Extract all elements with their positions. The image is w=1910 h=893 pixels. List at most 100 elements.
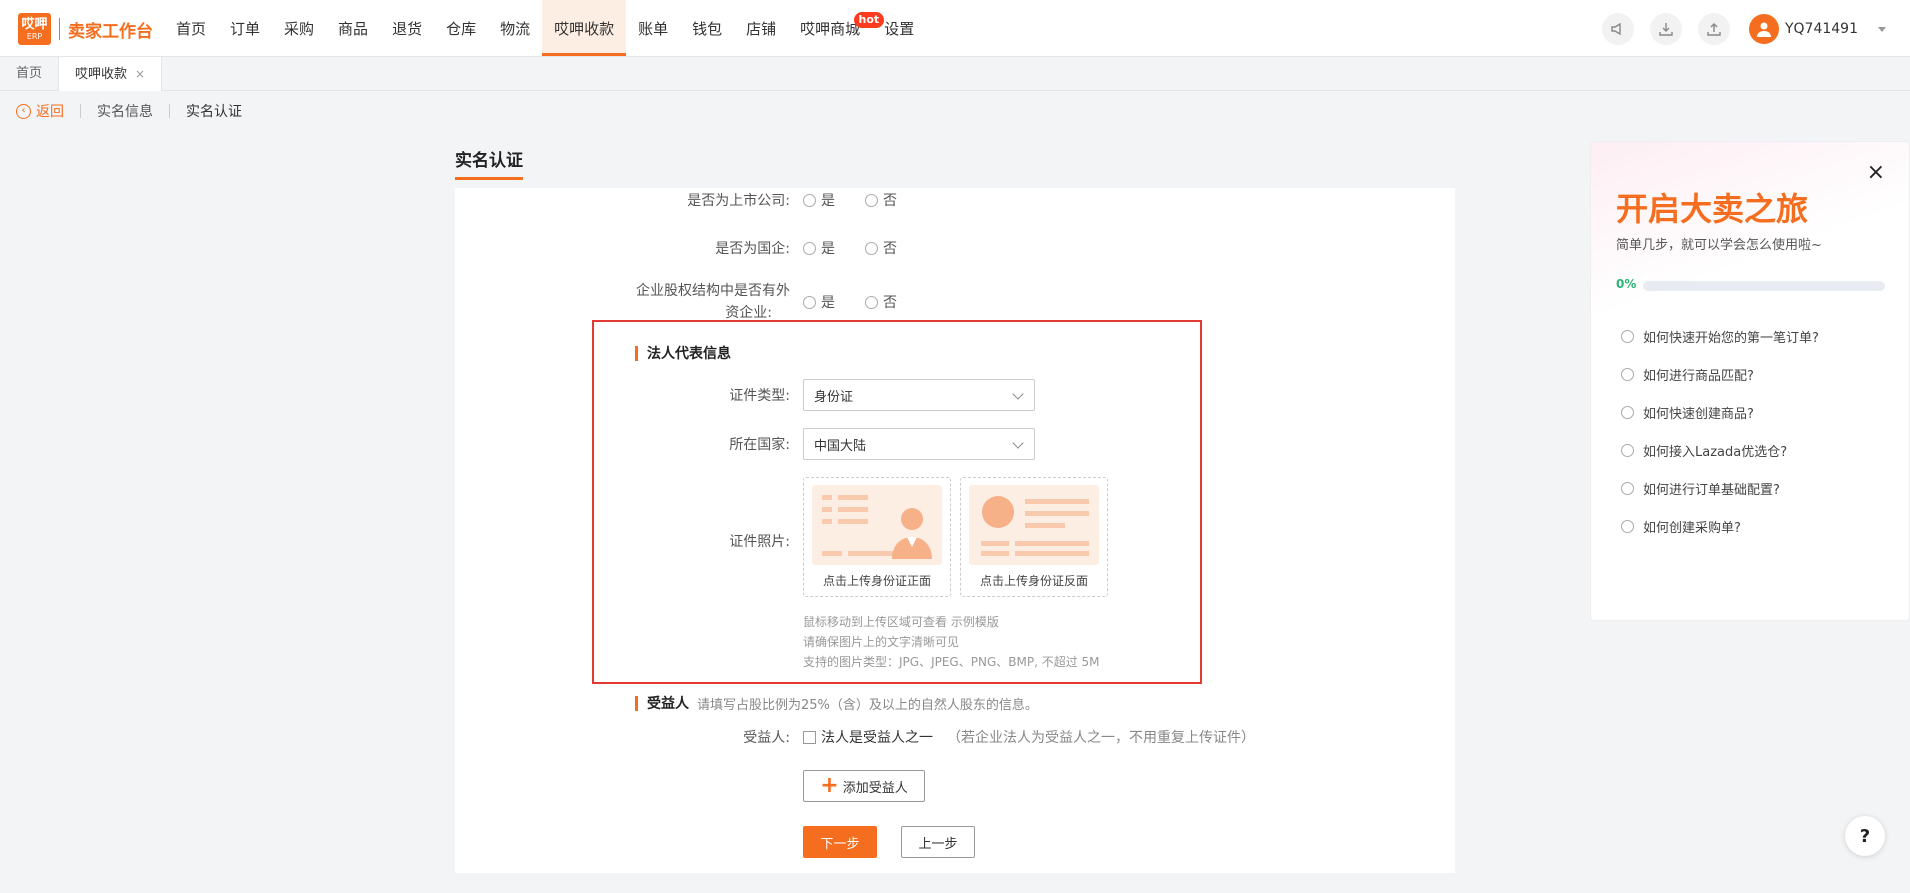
guide-progress-label: 0%: [1616, 277, 1637, 291]
onboarding-guide-panel: × 开启大卖之旅 简单几步，就可以学会怎么使用啦~ 0% 如何快速开始您的第一笔…: [1590, 141, 1910, 621]
radio-circle: [1621, 444, 1634, 457]
guide-progress-bar: [1643, 281, 1885, 291]
checkbox-box: [803, 730, 816, 744]
guide-question[interactable]: 如何快速开始您的第一笔订单?: [1621, 327, 1819, 346]
breadcrumb-item-realname-info[interactable]: 实名信息: [97, 101, 153, 121]
foreign-no-radio[interactable]: 否: [865, 292, 897, 312]
radio-label: 否: [883, 241, 897, 257]
beneficiary-section-title: 受益人: [647, 696, 689, 712]
user-menu[interactable]: YQ741491: [1748, 14, 1886, 44]
breadcrumb-divider: [80, 104, 81, 118]
nav-item-home[interactable]: 首页: [164, 0, 218, 56]
breadcrumb: ‹ 返回 实名信息 实名认证: [16, 100, 242, 122]
top-navigation-bar: 哎呷 ERP 卖家工作台 首页 订单 采购 商品 退货 仓库 物流 哎呷收款 账…: [0, 0, 1910, 57]
listed-yes-radio[interactable]: 是: [803, 190, 835, 210]
header-actions: [1602, 13, 1730, 45]
guide-subtitle: 简单几步，就可以学会怎么使用啦~: [1616, 238, 1822, 253]
soe-radios: 是 否: [803, 238, 897, 258]
next-step-button[interactable]: 下一步: [803, 826, 877, 858]
guide-question[interactable]: 如何接入Lazada优选仓?: [1621, 441, 1787, 460]
listed-no-radio[interactable]: 否: [865, 190, 897, 210]
close-icon[interactable]: ×: [1867, 162, 1885, 184]
legal-rep-is-beneficiary-checkbox[interactable]: 法人是受益人之一 （若企业法人为受益人之一，不用重复上传证件）: [803, 727, 1255, 747]
radio-circle: [865, 193, 878, 207]
beneficiary-label: 受益人:: [743, 730, 790, 746]
foreign-label-line1: 企业股权结构中是否有外: [636, 283, 790, 299]
foreign-yes-radio[interactable]: 是: [803, 292, 835, 312]
guide-question[interactable]: 如何创建采购单?: [1621, 517, 1741, 536]
nav-item-wallet[interactable]: 钱包: [680, 0, 734, 56]
page-title: 实名认证: [455, 146, 523, 180]
previous-step-button[interactable]: 上一步: [901, 826, 975, 858]
nav-item-purchase[interactable]: 采购: [272, 0, 326, 56]
radio-circle: [1621, 330, 1634, 343]
nav-item-mall[interactable]: 哎呷商城 hot: [788, 0, 885, 56]
radio-circle: [1621, 368, 1634, 381]
radio-circle: [865, 241, 878, 255]
add-beneficiary-button[interactable]: + 添加受益人: [803, 770, 925, 802]
tab-payments-label: 哎呷收款: [75, 67, 128, 82]
radio-circle: [803, 241, 816, 255]
guide-question[interactable]: 如何进行订单基础配置?: [1621, 479, 1780, 498]
checkbox-note: （若企业法人为受益人之一，不用重复上传证件）: [947, 730, 1255, 746]
nav-item-settings[interactable]: 设置: [872, 0, 926, 56]
soe-yes-radio[interactable]: 是: [803, 238, 835, 258]
radio-circle: [1621, 520, 1634, 533]
guide-question-label: 如何进行商品匹配?: [1643, 369, 1754, 384]
radio-circle: [803, 193, 816, 207]
logo-badge: 哎呷 ERP: [18, 13, 51, 45]
beneficiary-row: 受益人: 法人是受益人之一 （若企业法人为受益人之一，不用重复上传证件）: [455, 725, 1455, 749]
logo-badge-text: 哎呷: [21, 16, 48, 32]
nav-item-logistics[interactable]: 物流: [488, 0, 542, 56]
radio-circle: [803, 295, 816, 309]
radio-label: 否: [883, 193, 897, 209]
beneficiary-section-hint: 请填写占股比例为25%（含）及以上的自然人股东的信息。: [697, 697, 1038, 713]
highlight-frame: [592, 320, 1202, 684]
help-button[interactable]: ?: [1845, 816, 1885, 856]
nav-item-payments[interactable]: 哎呷收款: [542, 0, 627, 56]
tab-home[interactable]: 首页: [0, 57, 60, 91]
nav-item-products[interactable]: 商品: [326, 0, 380, 56]
guide-question-label: 如何快速开始您的第一笔订单?: [1643, 331, 1819, 346]
page-tabs: 首页 哎呷收款 ×: [0, 57, 1910, 91]
radio-circle: [865, 295, 878, 309]
listed-company-row: 是否为上市公司: 是 否: [455, 188, 1455, 212]
foreign-investment-row: 企业股权结构中是否有外 资企业: 是 否: [455, 283, 1455, 321]
nav-item-warehouse[interactable]: 仓库: [434, 0, 488, 56]
nav-item-returns[interactable]: 退货: [380, 0, 434, 56]
tab-payments[interactable]: 哎呷收款 ×: [59, 57, 163, 91]
nav-item-stores[interactable]: 店铺: [734, 0, 788, 56]
guide-question-label: 如何进行订单基础配置?: [1643, 483, 1780, 498]
radio-label: 是: [821, 193, 835, 209]
logo-text: 卖家工作台: [68, 21, 153, 42]
add-beneficiary-label: 添加受益人: [842, 780, 908, 796]
avatar: [1748, 14, 1779, 44]
checkbox-label: 法人是受益人之一: [821, 730, 933, 746]
soe-row: 是否为国企: 是 否: [455, 236, 1455, 260]
close-icon[interactable]: ×: [135, 67, 145, 81]
guide-question[interactable]: 如何快速创建商品?: [1621, 403, 1754, 422]
nav-item-mall-label: 哎呷商城: [800, 20, 861, 38]
guide-question[interactable]: 如何进行商品匹配?: [1621, 365, 1754, 384]
app-logo[interactable]: 哎呷 ERP 卖家工作台: [18, 13, 153, 45]
listed-company-label: 是否为上市公司:: [687, 193, 790, 209]
radio-label: 是: [821, 295, 835, 311]
upload-icon[interactable]: [1698, 13, 1730, 45]
download-icon[interactable]: [1650, 13, 1682, 45]
nav-item-orders[interactable]: 订单: [218, 0, 272, 56]
foreign-label-line2: 资企业:: [725, 305, 772, 321]
breadcrumb-divider: [169, 104, 170, 118]
guide-question-label: 如何快速创建商品?: [1643, 407, 1754, 422]
soe-label: 是否为国企:: [715, 241, 790, 257]
radio-label: 是: [821, 241, 835, 257]
soe-no-radio[interactable]: 否: [865, 238, 897, 258]
foreign-radios: 是 否: [803, 292, 897, 312]
nav-item-bills[interactable]: 账单: [626, 0, 680, 56]
main-nav: 首页 订单 采购 商品 退货 仓库 物流 哎呷收款 账单 钱包 店铺 哎呷商城 …: [164, 0, 926, 56]
guide-question-label: 如何创建采购单?: [1643, 521, 1741, 536]
logo-badge-subtext: ERP: [26, 31, 43, 41]
back-link[interactable]: ‹ 返回: [16, 101, 64, 121]
back-arrow-icon: ‹: [16, 103, 31, 119]
announcement-icon[interactable]: [1602, 13, 1634, 45]
foreign-investment-label: 企业股权结构中是否有外 资企业:: [455, 280, 790, 324]
